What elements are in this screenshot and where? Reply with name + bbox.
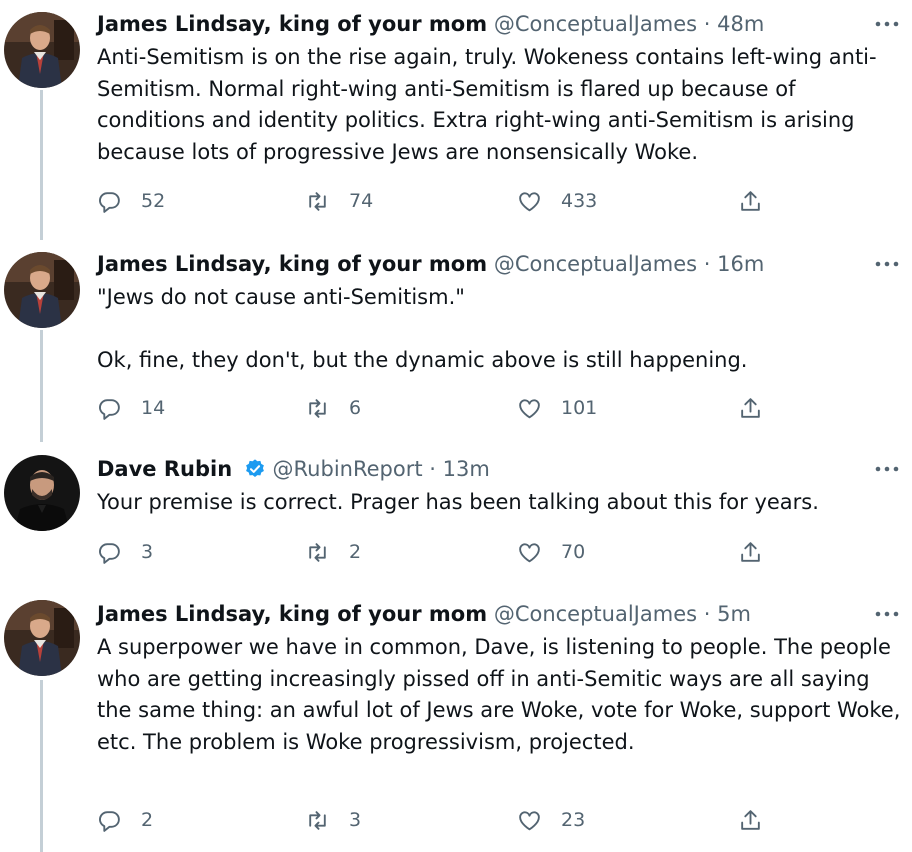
verified-badge-icon: [245, 459, 264, 477]
reply-button[interactable]: 14: [97, 393, 165, 423]
share-icon: [741, 809, 760, 830]
retweet-button[interactable]: 3: [305, 805, 361, 835]
heart-icon: [519, 542, 540, 562]
tweet-paragraph: Your premise is correct. Prager has been…: [97, 490, 819, 514]
separator-dot: ·: [429, 457, 436, 481]
separator-dot: ·: [703, 12, 711, 36]
separator-dot: ·: [703, 602, 711, 626]
author-handle[interactable]: @ConceptualJames: [494, 12, 697, 36]
tweet-paragraph: "Jews do not cause anti-Semitism.": [97, 285, 465, 309]
more-options-icon[interactable]: [874, 10, 900, 38]
share-button[interactable]: [738, 537, 763, 567]
retweet-button[interactable]: 6: [305, 393, 361, 423]
like-count: 433: [561, 190, 598, 212]
reply-count: 52: [141, 190, 166, 212]
avatar[interactable]: [4, 252, 80, 328]
timestamp[interactable]: 48m: [717, 12, 764, 36]
share-icon: [741, 190, 760, 211]
reply-button[interactable]: 3: [97, 537, 153, 567]
more-options-icon[interactable]: [874, 600, 900, 628]
retweet-count: 6: [349, 397, 362, 419]
tweet-actions: 14 6 101: [97, 393, 817, 423]
tweet-header: James Lindsay, king of your mom @Concept…: [97, 10, 764, 38]
heart-icon: [519, 810, 540, 830]
author-name[interactable]: Dave Rubin: [97, 457, 232, 481]
heart-icon: [519, 398, 540, 418]
reply-icon: [99, 191, 120, 213]
like-count: 23: [561, 809, 586, 831]
author-handle[interactable]: @RubinReport: [273, 457, 423, 481]
share-button[interactable]: [738, 186, 763, 216]
tweet-paragraph: Anti-Semitism is on the rise again, trul…: [97, 45, 877, 164]
retweet-icon: [309, 191, 326, 211]
tweet-text: Your premise is correct. Prager has been…: [97, 487, 902, 519]
author-name[interactable]: James Lindsay, king of your mom: [97, 252, 487, 276]
like-count: 101: [561, 397, 598, 419]
reply-count: 14: [141, 397, 166, 419]
share-button[interactable]: [738, 393, 763, 423]
share-icon: [741, 397, 760, 418]
reply-button[interactable]: 2: [97, 805, 153, 835]
retweet-count: 74: [349, 190, 374, 212]
retweet-icon: [309, 810, 326, 830]
retweet-button[interactable]: 74: [305, 186, 373, 216]
share-button[interactable]: [738, 805, 763, 835]
tweet-text: Anti-Semitism is on the rise again, trul…: [97, 42, 902, 168]
more-options-icon[interactable]: [874, 455, 900, 483]
reply-icon: [99, 398, 120, 420]
retweet-icon: [309, 542, 326, 562]
reply-count: 2: [141, 809, 154, 831]
heart-icon: [519, 191, 540, 211]
author-name[interactable]: James Lindsay, king of your mom: [97, 12, 487, 36]
like-button[interactable]: 23: [517, 805, 585, 835]
like-button[interactable]: 433: [517, 186, 597, 216]
retweet-button[interactable]: 2: [305, 537, 361, 567]
reply-count: 3: [141, 541, 154, 563]
tweet-actions: 2 3 23: [97, 805, 817, 835]
tweet-paragraph: A superpower we have in common, Dave, is…: [97, 635, 901, 754]
avatar[interactable]: [4, 12, 80, 88]
author-name[interactable]: James Lindsay, king of your mom: [97, 602, 487, 626]
timestamp[interactable]: 13m: [443, 457, 490, 481]
tweet[interactable]: James Lindsay, king of your mom @Concept…: [0, 600, 912, 850]
timestamp[interactable]: 5m: [717, 602, 751, 626]
tweet-actions: 52 74 433: [97, 186, 817, 216]
like-button[interactable]: 101: [517, 393, 597, 423]
retweet-count: 3: [349, 809, 362, 831]
timestamp[interactable]: 16m: [717, 252, 764, 276]
tweet-paragraph: Ok, fine, they don't, but the dynamic ab…: [97, 347, 748, 372]
tweet-text: A superpower we have in common, Dave, is…: [97, 632, 902, 758]
retweet-count: 2: [349, 541, 362, 563]
tweet[interactable]: James Lindsay, king of your mom @Concept…: [0, 10, 912, 230]
reply-icon: [99, 810, 120, 832]
avatar[interactable]: [4, 600, 80, 676]
author-handle[interactable]: @ConceptualJames: [494, 252, 697, 276]
like-count: 70: [561, 541, 586, 563]
reply-icon: [99, 542, 120, 564]
tweet-actions: 3 2 70: [97, 537, 817, 567]
tweet-text: "Jews do not cause anti-Semitism." Ok, f…: [97, 282, 902, 376]
tweet[interactable]: Dave Rubin @RubinReport · 13m Your premi…: [0, 455, 912, 575]
more-options-icon[interactable]: [874, 250, 900, 278]
tweet-header: Dave Rubin @RubinReport · 13m: [97, 455, 490, 483]
reply-button[interactable]: 52: [97, 186, 165, 216]
like-button[interactable]: 70: [517, 537, 585, 567]
tweet-header: James Lindsay, king of your mom @Concept…: [97, 600, 751, 628]
avatar[interactable]: [4, 455, 80, 531]
share-icon: [741, 541, 760, 562]
tweet-header: James Lindsay, king of your mom @Concept…: [97, 250, 764, 278]
author-handle[interactable]: @ConceptualJames: [494, 602, 697, 626]
separator-dot: ·: [703, 252, 711, 276]
retweet-icon: [309, 398, 326, 418]
tweet[interactable]: James Lindsay, king of your mom @Concept…: [0, 250, 912, 430]
